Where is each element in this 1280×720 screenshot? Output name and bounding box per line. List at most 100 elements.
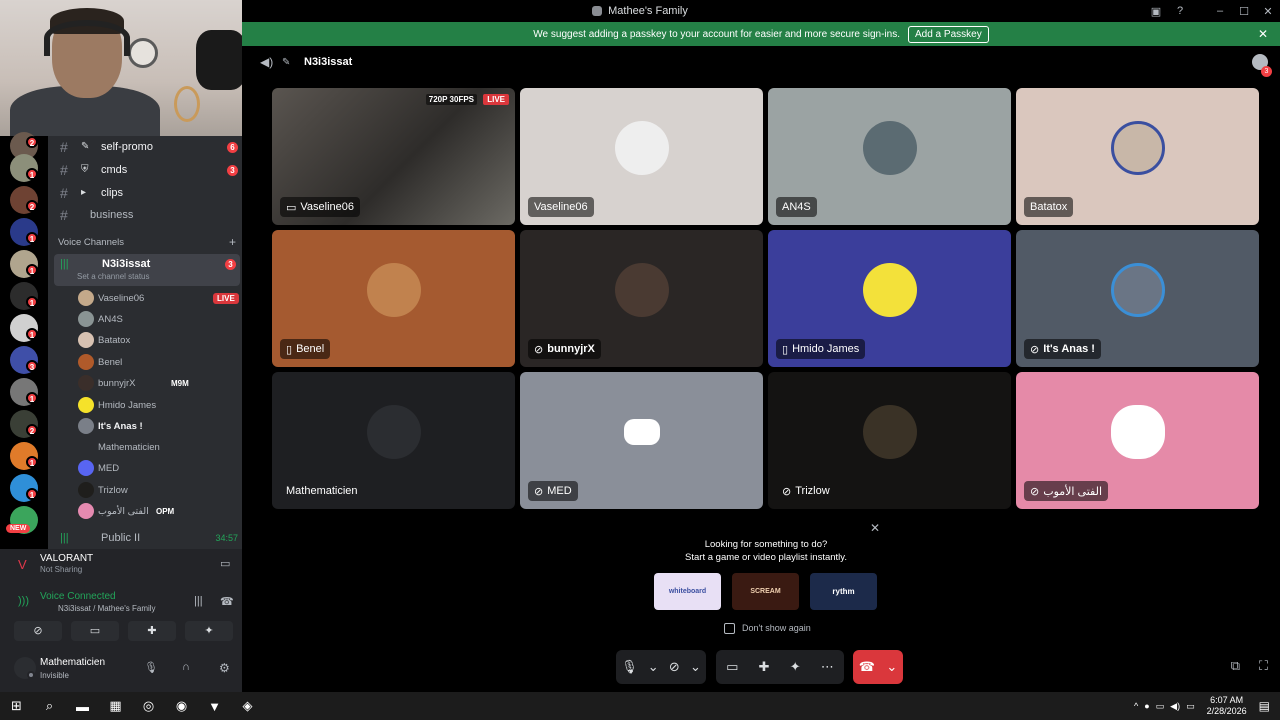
chevron-down-icon[interactable]: ⌄ [648,659,659,675]
valorant-icon[interactable]: ▼ [198,692,231,720]
microphone-icon[interactable]: 🎙 [144,661,158,674]
discord-icon[interactable]: ◈ [231,692,264,720]
disconnect-icon[interactable]: ☎ [220,595,234,608]
volume-icon[interactable]: ◀) [1170,701,1180,712]
channel-self-promo[interactable]: # ✎ self-promo 6 [48,136,242,158]
app-icon[interactable]: ◎ [132,692,165,720]
video-tile[interactable]: ▯ Benel [272,230,515,367]
server-badge: 1 [26,168,38,180]
video-tile[interactable]: ⊘ It's Anas ! [1016,230,1259,367]
network-icon[interactable]: ▭ [1156,701,1165,712]
voice-user[interactable]: الفتى الأموبOPM⊘ [76,501,270,521]
channel-public[interactable]: ||| Public II 34:57 [48,527,242,549]
windows-start-icon[interactable]: ⊞ [0,692,33,720]
clock[interactable]: 6:07 AM 2/28/2026 [1207,695,1247,717]
close-banner-icon[interactable]: ✕ [1258,27,1268,41]
add-channel-icon[interactable]: + [229,235,236,249]
server-badge: 1 [26,456,38,468]
notifications-icon[interactable]: ▤ [1259,699,1270,713]
hash-icon: # [60,139,68,155]
store-icon[interactable]: ▦ [99,692,132,720]
video-tile[interactable]: Mathematicien [272,372,515,509]
maximize-button[interactable]: ☐ [1232,5,1256,18]
chevron-down-icon[interactable]: ⌄ [886,659,897,675]
server-badge: 1 [26,392,38,404]
fullscreen-icon[interactable]: ⛶ [1259,658,1268,674]
voice-user[interactable]: Batatox [76,330,270,350]
video-tile[interactable]: Batatox [1016,88,1259,225]
settings-gear-icon[interactable]: ⚙ [219,661,230,675]
video-tile[interactable]: ⊘ bunnyjrX [520,230,763,367]
dont-show-checkbox[interactable] [724,623,735,634]
soundboard-button[interactable]: ✦ [185,621,233,641]
close-popup-icon[interactable]: ✕ [870,521,880,535]
noise-suppression-icon[interactable]: ||| [194,595,203,607]
voice-user[interactable]: bunnyjrXM9M⊘ [76,373,270,393]
unread-badge: 3 [225,259,236,270]
voice-user[interactable]: Mathematicien [76,437,270,457]
voice-user[interactable]: MED⊘ [76,458,270,478]
close-window-button[interactable]: ✕ [1256,5,1280,18]
valorant-icon: V [18,557,27,572]
rythm-activity[interactable]: rythm [810,573,877,610]
live-badge: LIVE [213,292,239,304]
activities-button[interactable]: ✚ [128,621,176,641]
phone-icon: ▯ [782,343,789,356]
tile-name-label: AN4S [776,197,817,217]
disconnect-button[interactable]: ☎ ⌄ [853,650,903,684]
battery-icon[interactable]: ▭ [1186,701,1195,712]
headphones-icon[interactable]: ∩ [182,661,190,673]
activities-icon[interactable]: ✚ [759,659,770,675]
add-passkey-button[interactable]: Add a Passkey [907,25,989,43]
tile-name-label: ▯ Hmido James [776,339,866,359]
file-explorer-icon[interactable]: ▬ [66,692,99,720]
video-tile[interactable]: ⊘ Trizlow [768,372,1011,509]
microphone-icon[interactable]: 🎙 [621,659,638,675]
help-icon[interactable]: ? [1168,5,1192,17]
server-list: 2 1 2 1 1 1 1 3 1 2 1 1 NEW [0,132,48,556]
chevron-up-icon[interactable]: ^ [1134,701,1138,711]
video-tile[interactable]: ⊘ MED [520,372,763,509]
whiteboard-activity[interactable]: whiteboard [654,573,721,610]
minimize-button[interactable]: – [1208,5,1232,17]
chrome-icon[interactable]: ◉ [165,692,198,720]
tile-name-label: ⊘ bunnyjrX [528,339,601,359]
chevron-down-icon[interactable]: ⌄ [690,659,701,675]
channel-clips[interactable]: # ▸ clips [48,182,242,204]
video-tile[interactable]: Vaseline06 [520,88,763,225]
channel-cmds[interactable]: # ⛨ cmds 3 [48,159,242,181]
inbox-icon[interactable]: ▣ [1144,5,1168,18]
camera-off-icon[interactable]: ⊘ [669,659,680,675]
voice-category[interactable]: Voice Channels + [48,234,242,250]
video-tile[interactable]: 720P 30FPS LIVE ▭ Vaseline06 [272,88,515,225]
voice-user[interactable]: Trizlow⊘ [76,480,270,500]
voice-user[interactable]: AN4S [76,309,270,329]
popout-icon[interactable]: ⧉ [1231,658,1240,674]
share-screen-button[interactable]: ▭ [71,621,119,641]
signal-icon: ))) [18,595,29,607]
video-tile[interactable]: AN4S [768,88,1011,225]
soundboard-icon[interactable]: ✦ [790,659,801,675]
clip-icon: ▸ [81,187,87,198]
unread-badge: 6 [227,141,238,153]
voice-user[interactable]: It's Anas !⊘ [76,416,270,436]
video-tile[interactable]: ⊘ الفتى الأموب [1016,372,1259,509]
voice-user[interactable]: Hmido James [76,395,270,415]
channel-business[interactable]: # business [48,204,242,226]
window-title-text: Mathee's Family [608,5,688,17]
voice-user[interactable]: Benel [76,352,270,372]
screen-share-icon[interactable]: ▭ [726,659,738,675]
screen-share-icon[interactable]: ▭ [220,557,230,570]
speaker-icon: ◀) [260,55,274,69]
scream-activity[interactable]: SCREAM [732,573,799,610]
more-icon[interactable]: ⋯ [821,659,834,675]
active-voice-channel[interactable]: ||| N3i3issat Set a channel status 3 [54,254,240,286]
tile-name-label: ⊘ MED [528,481,578,501]
microphone-icon[interactable]: ● [1144,701,1149,711]
voice-user[interactable]: Vaseline06 LIVE [76,288,270,308]
video-tile[interactable]: ▯ Hmido James [768,230,1011,367]
search-icon[interactable]: ⌕ [33,692,66,720]
muted-icon: ⊘ [1030,485,1040,498]
camera-button[interactable]: ⊘ [14,621,62,641]
edit-icon: ✎ [282,56,291,68]
